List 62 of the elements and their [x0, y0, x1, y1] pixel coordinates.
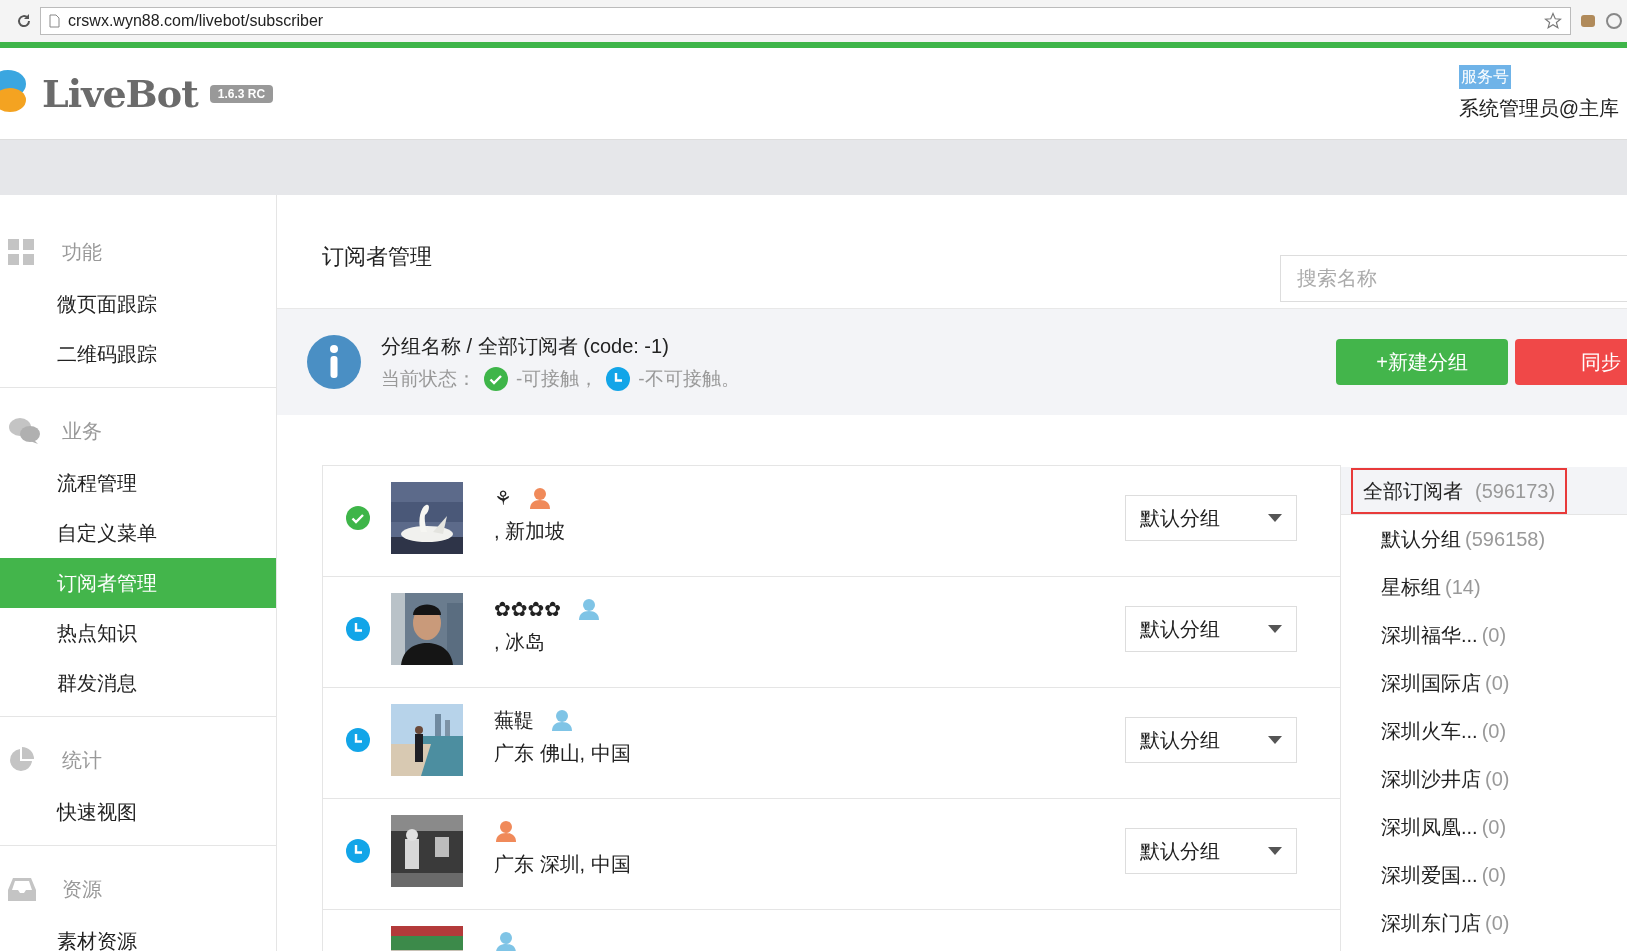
inbox-icon — [8, 877, 36, 901]
location-text: 广东 深圳, 中国 — [494, 852, 632, 877]
grid-icon — [8, 239, 34, 265]
location-text: , 冰岛 — [494, 630, 547, 655]
check-icon — [484, 367, 508, 391]
sidebar-item[interactable]: 群发消息 — [0, 658, 276, 708]
chat-icon — [8, 417, 40, 445]
star-icon[interactable] — [1544, 12, 1562, 30]
group-item[interactable]: 全部订阅者 (596173) — [1351, 467, 1568, 514]
caret-icon — [1268, 625, 1282, 633]
section-heading: 统计 — [62, 748, 102, 773]
user-name: 系统管理员@主库 — [1458, 95, 1619, 121]
sidebar-item[interactable]: 自定义菜单 — [0, 508, 276, 558]
group-item[interactable]: 深圳凤凰... (0) — [1381, 812, 1507, 842]
extension-icon[interactable] — [1579, 12, 1597, 30]
address-bar[interactable]: crswx.wyn88.com/livebot/subscriber — [40, 7, 1571, 35]
reload-icon[interactable] — [16, 13, 32, 29]
subscriber-name: 蕪鞮 — [494, 707, 534, 734]
account-type-badge: 服务号 — [1458, 64, 1511, 89]
group-heading: 分组名称 / 全部订阅者 (code: -1) — [381, 333, 670, 359]
section-heading: 资源 — [62, 877, 102, 902]
legend-text: -不可接触。 — [638, 366, 740, 391]
section-heading: 业务 — [62, 419, 102, 444]
url-text: crswx.wyn88.com/livebot/subscriber — [68, 11, 324, 31]
sidebar-item[interactable]: 素材资源 — [0, 916, 276, 951]
clock-icon — [606, 367, 631, 391]
group-select[interactable]: 默认分组 — [1125, 606, 1297, 652]
sidebar-item[interactable]: 流程管理 — [0, 458, 276, 508]
group-select[interactable]: 默认分组 — [1125, 828, 1297, 874]
legend-text: -可接触， — [516, 366, 599, 391]
group-item[interactable]: 深圳爱国... (0) — [1381, 860, 1507, 890]
logo-text: LiveBot — [42, 70, 198, 118]
info-icon — [307, 335, 361, 389]
caret-icon — [1268, 847, 1282, 855]
sidebar-item[interactable]: 微页面跟踪 — [0, 279, 276, 329]
location-text: 广东 佛山, 中国 — [494, 741, 632, 766]
group-item[interactable]: 深圳东门店 (0) — [1381, 908, 1510, 938]
page-title: 订阅者管理 — [322, 243, 432, 271]
section-heading: 功能 — [62, 240, 102, 265]
sidebar-item[interactable]: 二维码跟踪 — [0, 329, 276, 379]
caret-icon — [1268, 736, 1282, 744]
sidebar-item[interactable]: 快速视图 — [0, 787, 276, 837]
search-field[interactable]: 搜索名称 — [1280, 255, 1627, 302]
group-select[interactable]: 默认分组 — [1125, 717, 1297, 763]
status-label: 当前状态： — [381, 366, 476, 391]
group-item[interactable]: 深圳火车... (0) — [1381, 716, 1507, 746]
caret-icon — [1268, 514, 1282, 522]
pie-chart-icon — [8, 747, 34, 773]
group-item[interactable]: 深圳福华... (0) — [1381, 620, 1507, 650]
page-icon — [49, 14, 60, 28]
location-text: , 新加坡 — [494, 519, 567, 544]
group-item[interactable]: 星标组 (14) — [1381, 572, 1481, 602]
subscriber-name: ✿✿✿✿ — [494, 596, 562, 623]
group-item[interactable]: 深圳国际店 (0) — [1381, 668, 1510, 698]
version-badge: 1.6.3 RC — [209, 85, 274, 103]
sync-button[interactable]: 同步 — [1515, 339, 1627, 385]
sidebar-item[interactable]: 热点知识 — [0, 608, 276, 658]
extension-icon[interactable] — [1605, 12, 1623, 30]
subscriber-name: ⚘ — [494, 485, 512, 512]
group-select[interactable]: 默认分组 — [1125, 495, 1297, 541]
group-item[interactable]: 深圳沙井店 (0) — [1381, 764, 1510, 794]
group-item[interactable]: 默认分组 (596158) — [1381, 524, 1546, 554]
